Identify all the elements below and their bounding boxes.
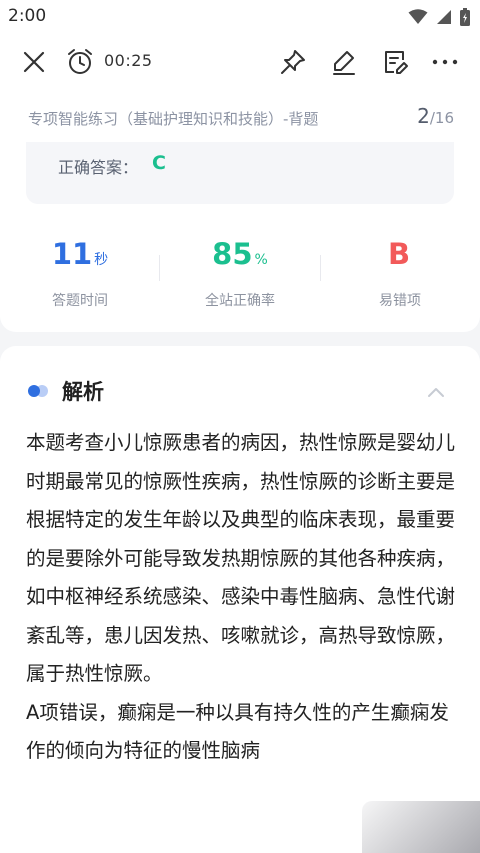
- stat-label: 答题时间: [52, 293, 108, 309]
- correct-answer-value: C: [152, 152, 166, 174]
- status-bar: 2:00: [0, 0, 480, 34]
- pencil-icon: [333, 51, 355, 75]
- stat-value: 85%: [212, 237, 268, 271]
- answer-stats-card: 正确答案： C 11 秒 答题时间 85% 全站正确率 B 易错项: [0, 142, 480, 332]
- wifi-icon: [408, 9, 428, 24]
- progress-current: 2: [417, 104, 430, 128]
- analysis-title: 解析: [62, 380, 104, 404]
- corner-overlay: [362, 801, 480, 853]
- close-button[interactable]: [18, 46, 50, 78]
- timer-display: 00:25: [104, 51, 153, 70]
- stat-answer-time: 11 秒 答题时间: [0, 234, 160, 310]
- more-button[interactable]: [429, 46, 461, 78]
- progress-total: /16: [429, 109, 454, 127]
- more-dots-icon: [432, 59, 458, 65]
- question-progress: 2/16: [417, 104, 454, 128]
- pin-button[interactable]: [277, 46, 309, 78]
- analysis-body: 本题考查小儿惊厥患者的病因，热性惊厥是婴幼儿时期最常见的惊厥性疾病，热性惊厥的诊…: [26, 424, 456, 771]
- collapse-analysis-button[interactable]: [426, 384, 446, 400]
- exercise-title: 专项智能练习（基础护理知识和技能）-背题: [28, 110, 319, 128]
- signal-icon: [437, 10, 451, 24]
- stat-value: 11 秒: [51, 237, 109, 271]
- timer-button[interactable]: [64, 46, 96, 78]
- close-icon: [23, 51, 45, 73]
- stat-value: B: [387, 237, 411, 271]
- stat-label: 全站正确率: [205, 293, 275, 309]
- stat-common-mistake: B 易错项: [320, 234, 480, 310]
- note-edit-icon: [385, 51, 408, 74]
- section-dots-icon: [28, 385, 48, 397]
- analysis-paragraph: A项错误，癫痫是一种以具有持久性的产生癫痫发作的倾向为特征的慢性脑病: [26, 700, 449, 763]
- stat-correct-rate: 85% 全站正确率: [160, 234, 320, 310]
- edit-note-button[interactable]: [328, 46, 360, 78]
- chevron-up-icon: [428, 388, 444, 397]
- status-icons: [408, 8, 470, 26]
- correct-answer-label: 正确答案：: [58, 158, 139, 177]
- analysis-paragraph: 本题考查小儿惊厥患者的病因，热性惊厥是婴幼儿时期最常见的惊厥性疾病，热性惊厥的诊…: [26, 431, 456, 685]
- status-time: 2:00: [8, 6, 47, 26]
- feedback-button[interactable]: [379, 46, 411, 78]
- battery-icon: [460, 8, 470, 26]
- stat-label: 易错项: [379, 293, 421, 309]
- analysis-card: 解析 本题考查小儿惊厥患者的病因，热性惊厥是婴幼儿时期最常见的惊厥性疾病，热性惊…: [0, 346, 480, 853]
- pin-icon: [281, 50, 305, 74]
- alarm-clock-icon: [68, 49, 92, 74]
- correct-answer-box: 正确答案： C: [26, 142, 454, 204]
- exercise-header: 专项智能练习（基础护理知识和技能）-背题 2/16: [0, 90, 480, 142]
- analysis-header: 解析: [26, 376, 104, 406]
- toolbar: 00:25: [0, 34, 480, 90]
